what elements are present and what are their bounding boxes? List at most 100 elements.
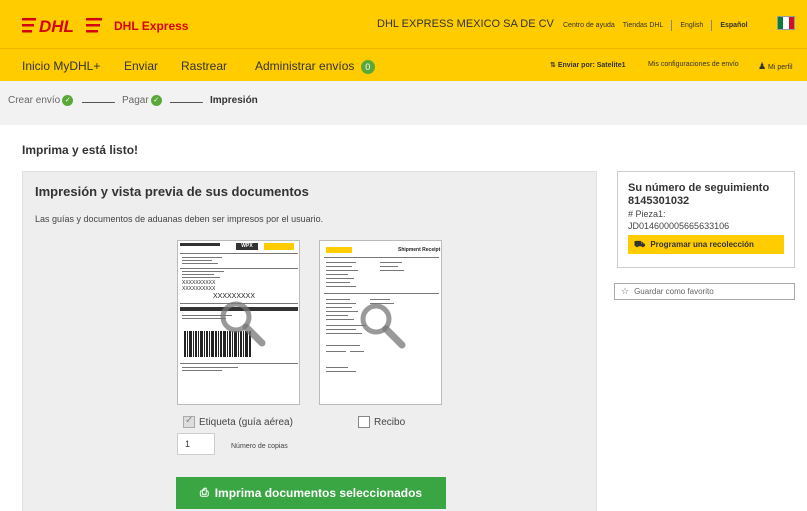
piece-label: # Pieza1:: [628, 209, 666, 219]
rule: [326, 282, 350, 283]
receipt-checkbox[interactable]: [358, 416, 370, 428]
rule: [180, 363, 298, 364]
step-create-shipment[interactable]: Crear envío ✓: [8, 95, 74, 107]
print-selected-documents-button[interactable]: ⎙ Imprima documentos seleccionados: [176, 477, 446, 509]
label-checkbox-label: Etiqueta (guía aérea): [199, 416, 293, 428]
piece-id: JD014600005665633106: [628, 221, 730, 231]
rule: [326, 303, 356, 304]
label-logo-block: [264, 243, 294, 250]
schedule-pickup-label: Programar una recolección: [650, 240, 754, 249]
rule: [326, 274, 348, 275]
shipping-settings-link[interactable]: Mis configuraciones de envío: [648, 61, 739, 68]
schedule-pickup-button[interactable]: ⛟ Programar una recolección: [628, 235, 784, 254]
progress-steps: Crear envío ✓ Pagar ✓ Impresión: [0, 81, 807, 125]
send-by-link[interactable]: ⇅ Enviar por: Satelite1: [550, 61, 626, 69]
step-label: Pagar: [122, 95, 149, 107]
panel-title: Impresión y vista previa de sus document…: [35, 184, 309, 199]
copies-input[interactable]: 1: [177, 433, 215, 455]
nav-manage-label: Administrar envíos: [255, 59, 355, 73]
send-by-label: Enviar por: Satelite1: [557, 62, 626, 69]
receipt-checkbox-label: Recibo: [374, 416, 406, 428]
save-as-favorite-button[interactable]: ☆ Guardar como favorito: [614, 283, 795, 300]
rule: [180, 268, 298, 269]
check-icon: ✓: [150, 95, 162, 106]
rule: [326, 367, 348, 368]
rule: [182, 260, 212, 261]
rule: [326, 319, 354, 320]
mexico-flag-icon[interactable]: [777, 16, 795, 30]
star-icon: ☆: [621, 286, 630, 296]
label-text: XXXXXXXXXX: [182, 286, 216, 292]
rule: [326, 315, 348, 316]
rule: [326, 345, 360, 346]
divider: [711, 20, 713, 31]
top-header: DHL DHL Express DHL EXPRESS MEXICO SA DE…: [0, 0, 807, 48]
nav-home[interactable]: Inicio MyDHL+: [22, 59, 100, 73]
save-as-favorite-label: Guardar como favorito: [634, 287, 714, 296]
brand-subtitle: DHL Express: [114, 19, 189, 33]
english-link[interactable]: English: [680, 22, 703, 29]
rule: [370, 299, 390, 300]
svg-text:DHL: DHL: [39, 17, 74, 36]
receipt-title: Shipment Receipt: [398, 247, 441, 253]
my-profile-label: Mi perfil: [768, 64, 793, 71]
panel-subtitle: Las guías y documentos de aduanas deben …: [35, 214, 324, 224]
user-switch-icon: ⇅: [550, 62, 556, 69]
rule: [326, 371, 356, 372]
rule: [324, 257, 439, 258]
shipment-receipt-preview[interactable]: Shipment Receipt: [319, 240, 442, 405]
product-tag: WPX: [236, 243, 258, 250]
airway-label-preview[interactable]: WPX XXXXXXXXXX XXXXXXXXXX XXXXXXXXX: [177, 240, 300, 405]
print-button-label: Imprima documentos seleccionados: [214, 486, 423, 500]
rule: [326, 329, 356, 330]
tracking-number[interactable]: 8145301032: [628, 195, 784, 208]
truck-icon: ⛟: [634, 238, 646, 249]
my-profile-link[interactable]: ♟ Mi perfil: [758, 61, 793, 72]
rule: [182, 274, 214, 275]
rule: [326, 278, 354, 279]
rule: [326, 286, 356, 287]
rule: [326, 266, 352, 267]
rule: [182, 370, 222, 371]
label-checkbox[interactable]: [183, 415, 195, 428]
step-print: Impresión: [210, 95, 258, 106]
receipt-logo-block: [326, 247, 352, 253]
rule: [380, 266, 398, 267]
divider: [671, 20, 673, 31]
dhl-stores-link[interactable]: Tiendas DHL: [623, 22, 664, 29]
dhl-logo[interactable]: DHL: [22, 15, 102, 37]
shipments-count-badge: 0: [360, 59, 375, 74]
rule: [326, 270, 358, 271]
spanish-link[interactable]: Español: [720, 22, 747, 29]
zoom-magnifier-icon[interactable]: [358, 301, 406, 349]
rule: [326, 351, 346, 352]
printer-icon: ⎙: [199, 486, 209, 499]
rule: [380, 270, 404, 271]
rule: [326, 311, 358, 312]
rule: [380, 262, 402, 263]
nav-track[interactable]: Rastrear: [181, 59, 227, 73]
company-name: DHL EXPRESS MEXICO SA DE CV: [377, 18, 554, 30]
label-checkbox-row[interactable]: Etiqueta (guía aérea): [183, 415, 293, 428]
receipt-checkbox-row[interactable]: Recibo: [358, 416, 405, 428]
zoom-magnifier-icon[interactable]: [218, 299, 266, 347]
rule: [350, 351, 364, 352]
step-label: Crear envío: [8, 95, 61, 107]
nav-send[interactable]: Enviar: [124, 59, 158, 73]
page-title: Imprima y está listo!: [22, 143, 139, 157]
step-pay[interactable]: Pagar ✓: [122, 95, 162, 106]
nav-manage-shipments[interactable]: Administrar envíos 0: [255, 59, 375, 74]
label-header-bar: [180, 243, 220, 246]
utility-links: Centro de ayuda Tiendas DHL English Espa…: [563, 20, 756, 31]
tracking-card: Su número de seguimiento 8145301032 # Pi…: [617, 171, 795, 268]
rule: [324, 293, 439, 294]
rule: [326, 299, 350, 300]
step-connector: [82, 102, 115, 103]
print-preview-panel: Impresión y vista previa de sus document…: [22, 171, 597, 511]
help-center-link[interactable]: Centro de ayuda: [563, 22, 615, 29]
rule: [326, 307, 352, 308]
rule: [182, 257, 222, 258]
rule: [182, 277, 220, 278]
rule: [326, 333, 362, 334]
rule: [180, 253, 298, 254]
